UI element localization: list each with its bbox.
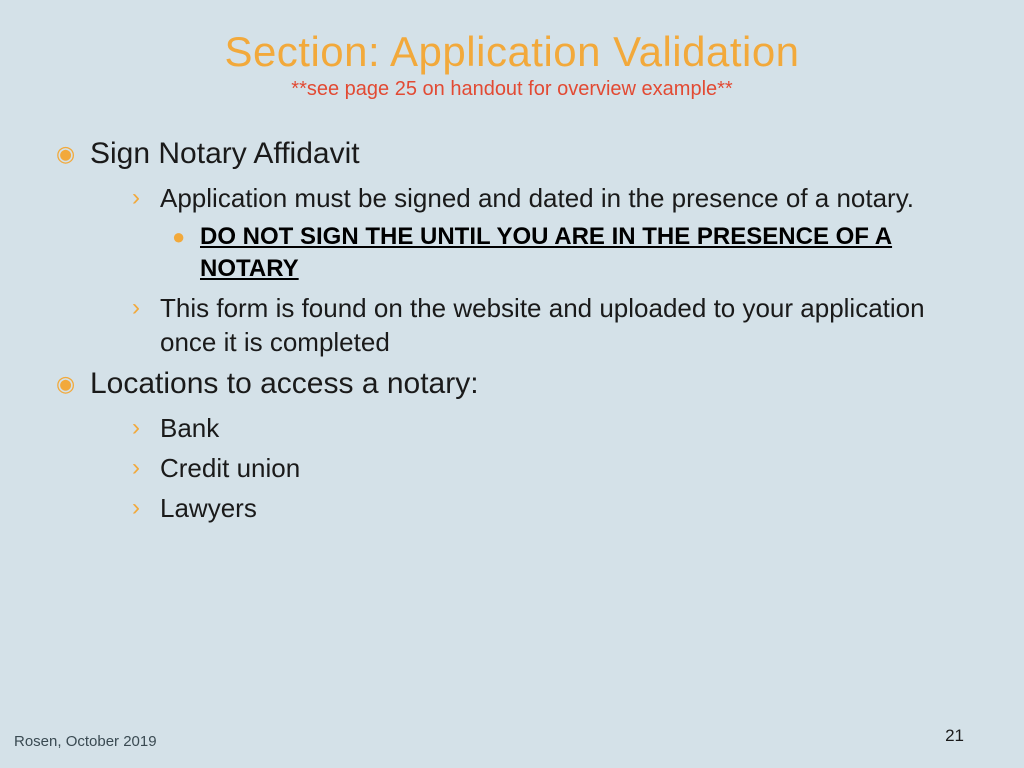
- dot-bullet-icon: ●: [172, 221, 200, 253]
- page-number: 21: [945, 726, 964, 746]
- chevron-bullet-icon: ›: [132, 491, 160, 525]
- bullet-text: This form is found on the website and up…: [160, 291, 970, 359]
- footer-author: Rosen, October 2019: [14, 733, 157, 750]
- bullet-level2: › Credit union: [54, 451, 970, 485]
- bullet-text: Lawyers: [160, 491, 257, 525]
- target-bullet-icon: ◉: [54, 365, 90, 403]
- bullet-text-emphasis: DO NOT SIGN THE UNTIL YOU ARE IN THE PRE…: [200, 221, 970, 285]
- chevron-bullet-icon: ›: [132, 181, 160, 215]
- chevron-bullet-icon: ›: [132, 411, 160, 445]
- chevron-bullet-icon: ›: [132, 451, 160, 485]
- bullet-text: Application must be signed and dated in …: [160, 181, 914, 215]
- bullet-level2: › Bank: [54, 411, 970, 445]
- bullet-level2: › Application must be signed and dated i…: [54, 181, 970, 215]
- slide-subtitle: **see page 25 on handout for overview ex…: [54, 78, 970, 101]
- bullet-text: Credit union: [160, 451, 300, 485]
- slide: Section: Application Validation **see pa…: [0, 0, 1024, 768]
- bullet-text: Bank: [160, 411, 219, 445]
- bullet-level1: ◉ Sign Notary Affidavit: [54, 135, 970, 173]
- bullet-level3: ● DO NOT SIGN THE UNTIL YOU ARE IN THE P…: [54, 221, 970, 285]
- bullet-text: Sign Notary Affidavit: [90, 135, 360, 173]
- bullet-level1: ◉ Locations to access a notary:: [54, 365, 970, 403]
- bullet-level2: › Lawyers: [54, 491, 970, 525]
- bullet-text: Locations to access a notary:: [90, 365, 479, 403]
- slide-content: ◉ Sign Notary Affidavit › Application mu…: [54, 135, 970, 525]
- target-bullet-icon: ◉: [54, 135, 90, 173]
- bullet-level2: › This form is found on the website and …: [54, 291, 970, 359]
- slide-title: Section: Application Validation: [54, 28, 970, 76]
- chevron-bullet-icon: ›: [132, 291, 160, 325]
